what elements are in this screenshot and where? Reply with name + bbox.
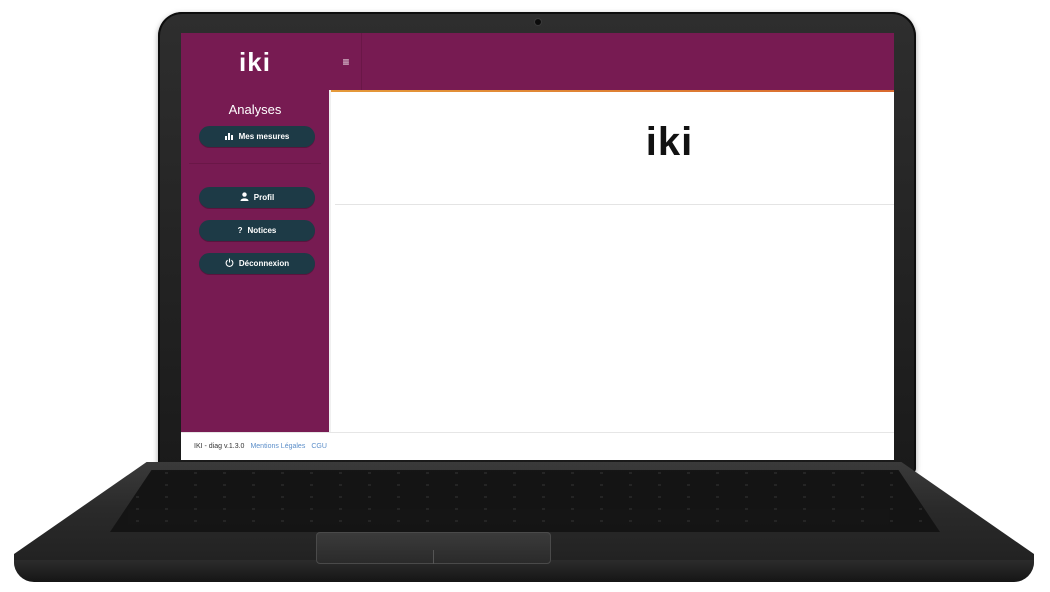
sidebar-item-deconnexion[interactable]: Déconnexion xyxy=(199,253,315,274)
hamburger-icon[interactable]: ≡ xyxy=(331,33,361,90)
topbar-divider xyxy=(361,33,362,90)
power-icon xyxy=(225,258,234,269)
footer-version: IKI - diag v.1.3.0 xyxy=(194,443,245,450)
footer-link-cgu[interactable]: CGU xyxy=(311,443,327,450)
sidebar: Analyses Mes mesures Profil ? Notices Dé… xyxy=(181,90,329,432)
main-left-edge xyxy=(329,90,331,432)
sidebar-item-label: Profil xyxy=(253,193,275,202)
app-logo[interactable]: iki xyxy=(211,47,299,77)
touchpad-divider xyxy=(433,550,434,564)
sidebar-item-label: Mes mesures xyxy=(238,132,290,141)
webcam xyxy=(535,19,541,25)
user-icon xyxy=(240,192,249,203)
sidebar-divider xyxy=(189,163,321,164)
sidebar-section-title: Analyses xyxy=(228,102,282,117)
sidebar-item-label: Déconnexion xyxy=(238,259,290,268)
top-bar: iki ≡ xyxy=(181,33,894,90)
footer-link-mentions-legales[interactable]: Mentions Légales xyxy=(250,443,305,450)
bar-chart-icon xyxy=(224,132,234,142)
question-icon: ? xyxy=(237,225,243,235)
main-content: iki xyxy=(329,90,894,432)
sidebar-item-label: Notices xyxy=(247,226,277,235)
logo-card: iki xyxy=(335,92,894,205)
sidebar-item-mes-mesures[interactable]: Mes mesures xyxy=(199,126,315,147)
keyboard xyxy=(110,470,940,532)
main-logo: iki xyxy=(645,120,694,164)
footer: IKI - diag v.1.3.0 Mentions Légales CGU xyxy=(181,432,894,460)
sidebar-item-profil[interactable]: Profil xyxy=(199,187,315,208)
laptop-screen: iki ≡ Analyses Mes mesures Profil ? Noti… xyxy=(181,33,894,460)
sidebar-item-notices[interactable]: ? Notices xyxy=(199,220,315,241)
